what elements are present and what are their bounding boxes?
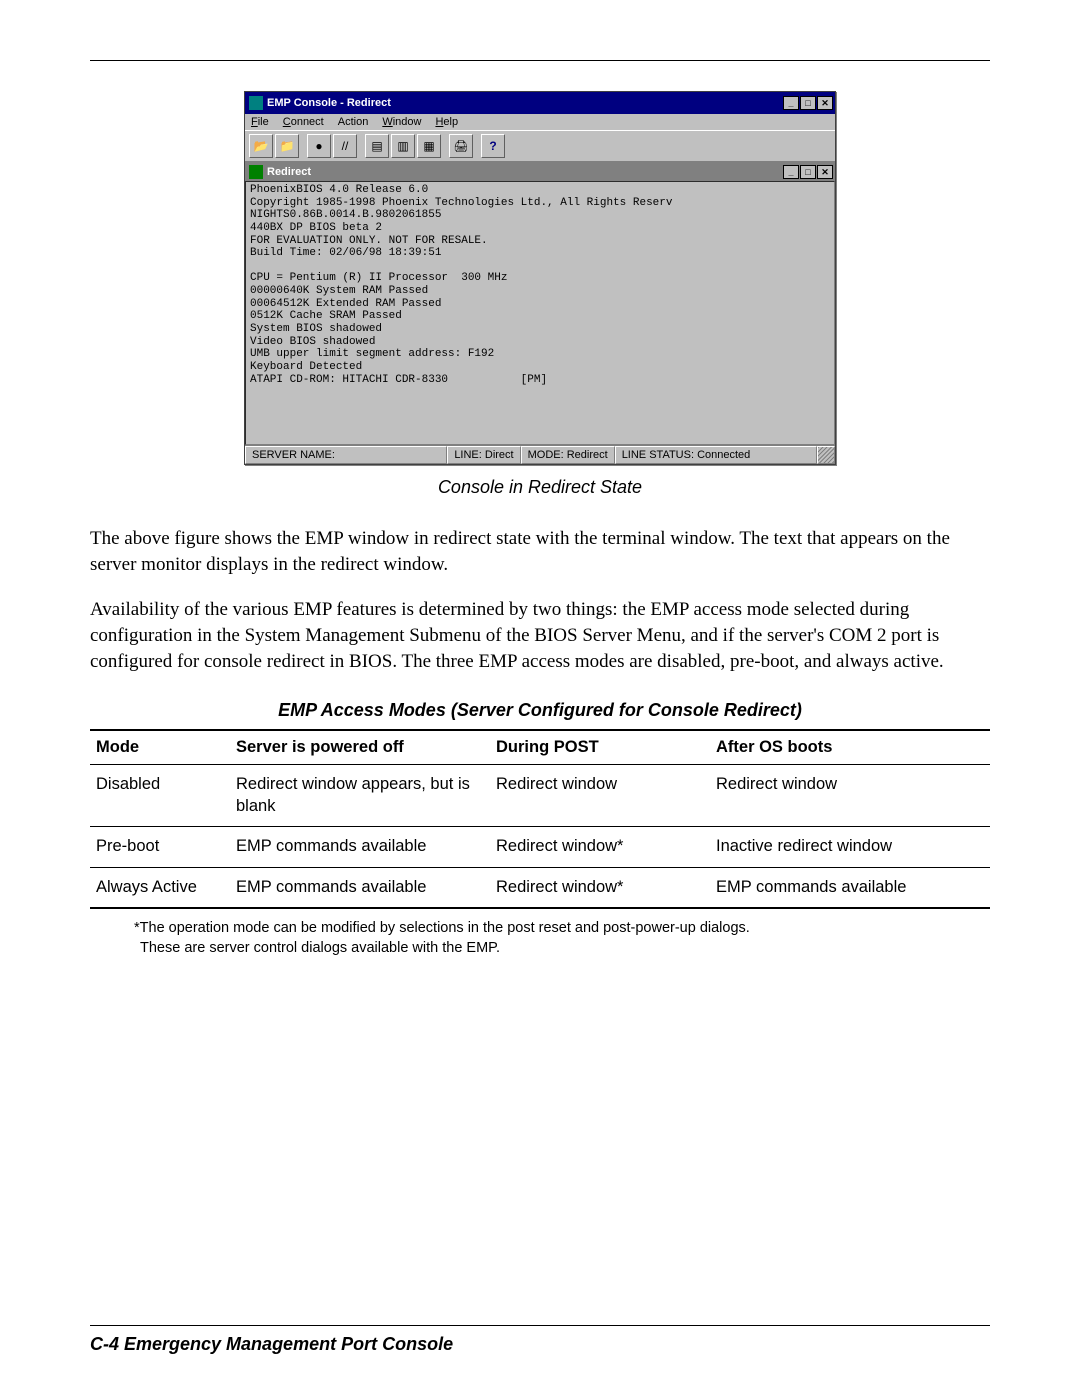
toolbar: 📂 📁 ● // ▤ ▥ ▦ 🖨 ? [245,130,835,162]
menu-connect[interactable]: Connect [283,116,324,128]
toolbar-grid1-icon[interactable]: ▤ [365,134,389,158]
status-server-name: SERVER NAME: [245,446,447,464]
cell-after-os: Redirect window [710,765,990,827]
maximize-button[interactable]: □ [800,96,816,110]
resize-grip[interactable] [817,446,835,464]
table-row: Disabled Redirect window appears, but is… [90,765,990,827]
toolbar-help-icon[interactable]: ? [481,134,505,158]
cell-powered-off: Redirect window appears, but is blank [230,765,490,827]
cell-mode: Pre-boot [90,827,230,867]
th-mode: Mode [90,730,230,765]
paragraph-1: The above figure shows the EMP window in… [90,526,990,577]
page-footer: C-4 Emergency Management Port Console [90,1325,990,1355]
child-minimize-button[interactable]: _ [783,165,799,179]
menu-help[interactable]: Help [435,116,458,128]
footnote-line1: *The operation mode can be modified by s… [134,920,750,936]
toolbar-grid2-icon[interactable]: ▥ [391,134,415,158]
figure-caption: Console in Redirect State [90,477,990,498]
table-header-row: Mode Server is powered off During POST A… [90,730,990,765]
top-rule [90,60,990,61]
menu-action[interactable]: Action [338,116,369,128]
terminal-output: PhoenixBIOS 4.0 Release 6.0 Copyright 19… [245,181,835,445]
child-maximize-button[interactable]: □ [800,165,816,179]
emp-console-window: EMP Console - Redirect _ □ ✕ File Connec… [244,91,836,465]
cell-mode: Disabled [90,765,230,827]
status-line: LINE: Direct [447,446,520,464]
toolbar-folder-icon[interactable]: 📁 [275,134,299,158]
footnote-line2: These are server control dialogs availab… [134,939,990,959]
table-row: Pre-boot EMP commands available Redirect… [90,827,990,867]
redirect-child-window: Redirect _ □ ✕ PhoenixBIOS 4.0 Release 6… [245,162,835,445]
child-titlebar[interactable]: Redirect _ □ ✕ [245,163,835,181]
paragraph-2: Availability of the various EMP features… [90,597,990,674]
toolbar-print-icon[interactable]: 🖨 [449,134,473,158]
th-after-os: After OS boots [710,730,990,765]
menu-file[interactable]: File [251,116,269,128]
table-row: Always Active EMP commands available Red… [90,867,990,908]
cell-during-post: Redirect window* [490,867,710,908]
menu-window[interactable]: Window [382,116,421,128]
app-icon [249,96,263,110]
window-title: EMP Console - Redirect [267,97,783,109]
statusbar: SERVER NAME: LINE: Direct MODE: Redirect… [245,445,835,464]
close-button[interactable]: ✕ [817,96,833,110]
cell-after-os: Inactive redirect window [710,827,990,867]
toolbar-grid3-icon[interactable]: ▦ [417,134,441,158]
cell-mode: Always Active [90,867,230,908]
child-app-icon [249,165,263,179]
access-modes-table: Mode Server is powered off During POST A… [90,729,990,909]
th-during-post: During POST [490,730,710,765]
toolbar-record-icon[interactable]: ● [307,134,331,158]
minimize-button[interactable]: _ [783,96,799,110]
cell-during-post: Redirect window [490,765,710,827]
cell-during-post: Redirect window* [490,827,710,867]
toolbar-open-icon[interactable]: 📂 [249,134,273,158]
table-caption: EMP Access Modes (Server Configured for … [90,700,990,721]
toolbar-pause-icon[interactable]: // [333,134,357,158]
status-line-status: LINE STATUS: Connected [615,446,817,464]
th-powered-off: Server is powered off [230,730,490,765]
cell-after-os: EMP commands available [710,867,990,908]
table-footnote: *The operation mode can be modified by s… [134,919,990,958]
child-window-title: Redirect [267,166,783,178]
child-close-button[interactable]: ✕ [817,165,833,179]
window-titlebar[interactable]: EMP Console - Redirect _ □ ✕ [245,92,835,114]
menubar: File Connect Action Window Help [245,114,835,130]
cell-powered-off: EMP commands available [230,867,490,908]
status-mode: MODE: Redirect [521,446,615,464]
cell-powered-off: EMP commands available [230,827,490,867]
